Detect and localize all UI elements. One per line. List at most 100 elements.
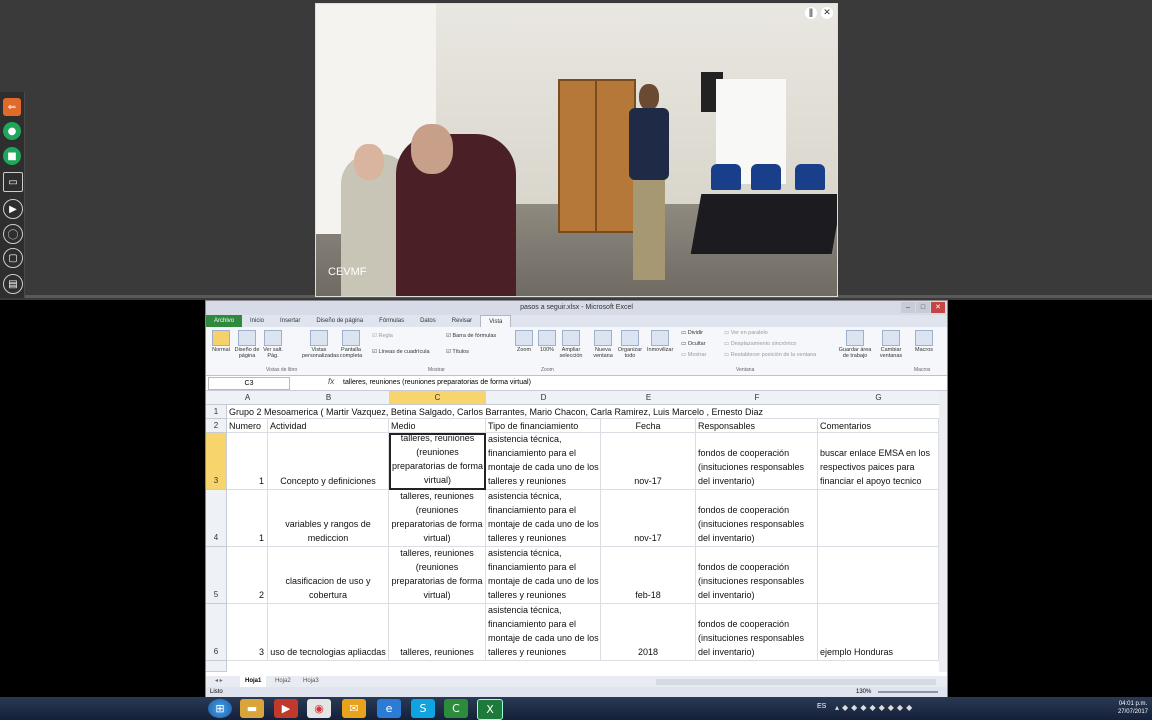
sheet-tab-hoja1[interactable]: Hoja1: [240, 676, 267, 687]
screen-icon[interactable]: ▭: [3, 172, 23, 192]
tray-icons[interactable]: ▴◆◆◆◆◆◆◆◆: [835, 703, 915, 712]
side-by-side-button[interactable]: ▭ Ver en paralelo: [724, 330, 768, 336]
split-button[interactable]: ▭ Dividir: [681, 330, 703, 336]
start-icon[interactable]: ⊞: [208, 699, 232, 718]
tab-revisar[interactable]: Revisar: [444, 315, 480, 327]
table-cell[interactable]: asistencia técnica, financiamiento para …: [486, 490, 601, 547]
table-cell[interactable]: talleres, reuniones: [389, 604, 486, 661]
header-cell[interactable]: Tipo de financiamiento: [486, 419, 601, 433]
table-cell[interactable]: 2: [227, 547, 268, 604]
language-indicator[interactable]: ES: [817, 703, 826, 710]
header-cell[interactable]: Medio: [389, 419, 486, 433]
unhide-button[interactable]: ▭ Mostrar: [681, 352, 706, 358]
skype-icon[interactable]: S: [411, 699, 435, 718]
layout-icon[interactable]: ▤: [3, 274, 23, 294]
play-icon[interactable]: ▶: [3, 199, 23, 219]
table-cell[interactable]: 1: [227, 433, 268, 490]
monitor-icon[interactable]: ▢: [3, 248, 23, 268]
zoom-selection-button[interactable]: Ampliar selección: [558, 330, 584, 359]
pause-icon[interactable]: ǁ: [805, 7, 817, 19]
table-cell[interactable]: 2018: [601, 604, 696, 661]
camtasia-icon[interactable]: C: [444, 699, 468, 718]
sheet-tab-hoja2[interactable]: Hoja2: [270, 676, 296, 687]
ruler-checkbox[interactable]: ☑ Regla: [372, 333, 393, 339]
row-header[interactable]: 1: [206, 405, 227, 419]
tab-datos[interactable]: Datos: [412, 315, 444, 327]
column-header[interactable]: E: [601, 391, 697, 405]
header-cell[interactable]: Numero: [227, 419, 268, 433]
media-player-icon[interactable]: ▶: [274, 699, 298, 718]
table-cell[interactable]: asistencia técnica, financiamiento para …: [486, 604, 601, 661]
table-cell[interactable]: nov-17: [601, 433, 696, 490]
switch-windows-button[interactable]: Cambiar ventanas: [876, 330, 906, 359]
table-cell[interactable]: talleres, reuniones (reuniones preparato…: [389, 547, 486, 604]
page-break-button[interactable]: Ver salt. Pág.: [260, 330, 286, 359]
chrome-icon[interactable]: ◉: [307, 699, 331, 718]
page-layout-button[interactable]: Diseño de página: [234, 330, 260, 359]
table-cell[interactable]: fondos de cooperación (insituciones resp…: [696, 433, 818, 490]
header-cell[interactable]: Responsables: [696, 419, 818, 433]
column-header[interactable]: A: [227, 391, 269, 405]
header-cell[interactable]: Fecha: [601, 419, 696, 433]
table-cell[interactable]: fondos de cooperación (insituciones resp…: [696, 547, 818, 604]
fx-icon[interactable]: fx: [328, 377, 334, 386]
sheet-nav-icon[interactable]: ◂ ▸: [210, 676, 228, 687]
excel-taskbar-icon[interactable]: X: [477, 699, 503, 720]
table-cell[interactable]: 1: [227, 490, 268, 547]
freeze-panes-button[interactable]: Inmovilizar: [647, 330, 673, 353]
share-icon[interactable]: ⇐: [3, 98, 21, 116]
row-header[interactable]: 3: [206, 433, 227, 490]
formula-input[interactable]: talleres, reuniones (reuniones preparato…: [343, 377, 531, 388]
column-header[interactable]: G: [818, 391, 940, 405]
table-cell[interactable]: fondos de cooperación (insituciones resp…: [696, 490, 818, 547]
table-cell[interactable]: [818, 490, 939, 547]
table-cell[interactable]: 3: [227, 604, 268, 661]
table-cell[interactable]: feb-18: [601, 547, 696, 604]
table-cell[interactable]: talleres, reuniones (reuniones preparato…: [389, 490, 486, 547]
group-title-cell[interactable]: Grupo 2 Mesoamerica ( Martir Vazquez, Be…: [227, 405, 939, 419]
tab-inicio[interactable]: Inicio: [242, 315, 272, 327]
full-screen-button[interactable]: Pantalla completa: [336, 330, 366, 359]
zoom-slider[interactable]: [878, 691, 938, 693]
hide-button[interactable]: ▭ Ocultar: [681, 341, 705, 347]
headings-checkbox[interactable]: ☑ Títulos: [446, 349, 469, 355]
column-header[interactable]: B: [268, 391, 390, 405]
close-window-icon[interactable]: ✕: [931, 302, 945, 313]
table-cell[interactable]: variables y rangos de mediccion: [268, 490, 389, 547]
sync-scroll-button[interactable]: ▭ Desplazamiento sincrónico: [724, 341, 796, 347]
explorer-icon[interactable]: ▬: [240, 699, 264, 718]
header-cell[interactable]: Comentarios: [818, 419, 939, 433]
gridlines-checkbox[interactable]: ☑ Líneas de cuadrícula: [372, 349, 430, 355]
select-all-corner[interactable]: [206, 391, 228, 405]
header-cell[interactable]: Actividad: [268, 419, 389, 433]
tab-insertar[interactable]: Insertar: [272, 315, 308, 327]
vertical-scrollbar[interactable]: [939, 391, 947, 672]
table-cell[interactable]: nov-17: [601, 490, 696, 547]
maximize-icon[interactable]: □: [916, 302, 930, 313]
mail-icon[interactable]: ✉: [342, 699, 366, 718]
row-header[interactable]: [206, 661, 227, 672]
clock[interactable]: 04:01 p.m. 27/07/2017: [1118, 700, 1148, 716]
sheet-tab-hoja3[interactable]: Hoja3: [298, 676, 324, 687]
table-cell[interactable]: [818, 547, 939, 604]
column-header[interactable]: F: [696, 391, 819, 405]
tab-diseno[interactable]: Diseño de página: [308, 315, 371, 327]
table-cell[interactable]: clasificacion de uso y cobertura: [268, 547, 389, 604]
internet-explorer-icon[interactable]: e: [377, 699, 401, 718]
name-box[interactable]: C3: [208, 377, 290, 390]
tab-vista[interactable]: Vista: [480, 315, 512, 327]
selected-cell[interactable]: talleres, reuniones (reuniones preparato…: [389, 433, 486, 490]
column-header[interactable]: D: [486, 391, 602, 405]
minimize-icon[interactable]: –: [901, 302, 915, 313]
table-cell[interactable]: buscar enlace EMSA en los respectivos pa…: [818, 433, 939, 490]
tab-archivo[interactable]: Archivo: [206, 315, 243, 327]
mouse-icon[interactable]: ◯: [3, 224, 23, 244]
row-header[interactable]: 2: [206, 419, 227, 433]
table-cell[interactable]: asistencia técnica, financiamiento para …: [486, 433, 601, 490]
table-cell[interactable]: Concepto y definiciones: [268, 433, 389, 490]
normal-view-button[interactable]: Normal: [208, 330, 234, 353]
custom-views-button[interactable]: Vistas personalizadas: [302, 330, 339, 359]
save-workspace-button[interactable]: Guardar área de trabajo: [838, 330, 872, 359]
close-icon[interactable]: ✕: [821, 7, 833, 19]
reset-position-button[interactable]: ▭ Restablecer posición de la ventana: [724, 352, 816, 358]
